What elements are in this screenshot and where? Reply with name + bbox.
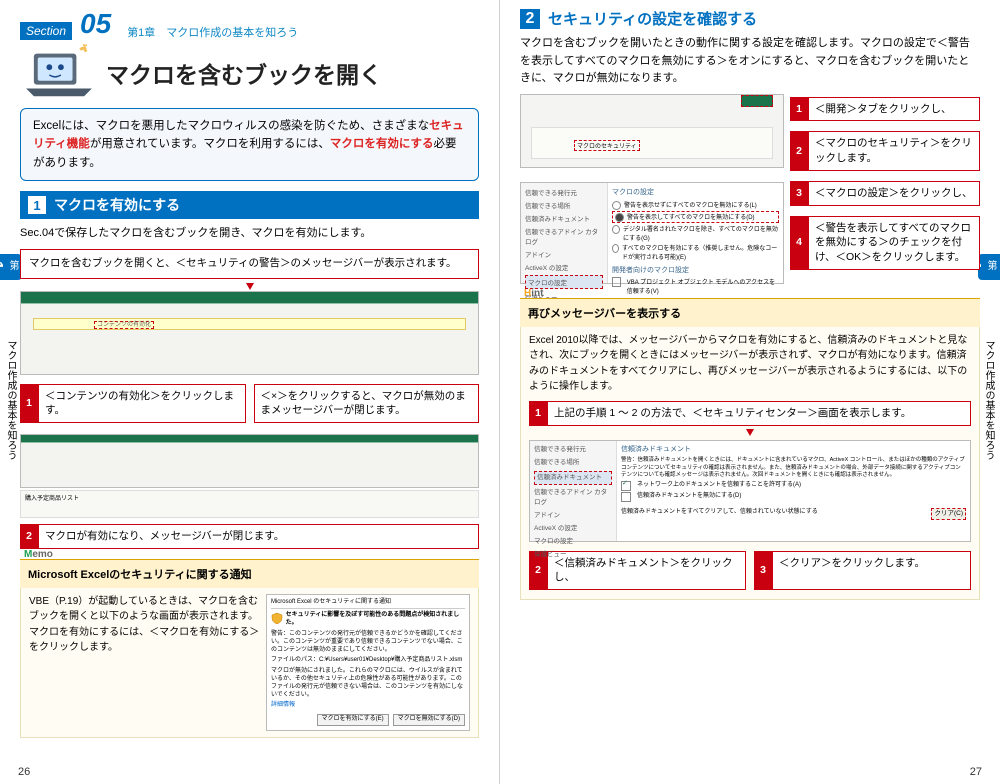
step-1: 1＜コンテンツの有効化＞をクリックします。 (20, 384, 246, 423)
intro-callout: Excelには、マクロを悪用したマクロウィルスの感染を防ぐため、さまざまなセキュ… (20, 108, 479, 181)
clear-button[interactable]: クリア(C) (931, 508, 966, 520)
ribbon-screenshot: マクロのセキュリティ (520, 94, 784, 168)
right-step-3: 3＜マクロの設定＞をクリックし、 (790, 181, 980, 206)
right-step-2: 2＜マクロのセキュリティ＞をクリックします。 (790, 131, 980, 170)
sheet-tab-area: 購入予定商品リスト (20, 490, 479, 518)
step-2: 2マクロが有効になり、メッセージバーが閉じます。 (20, 524, 479, 549)
enable-macro-button[interactable]: マクロを有効にする(E) (317, 714, 389, 726)
step-x-note: ＜×＞をクリックすると、マクロが無効のままメッセージバーが閉じます。 (254, 384, 480, 423)
excel-screenshot-1: コンテンツの有効化 (20, 291, 479, 375)
chapter-subtitle: 第1章 マクロ作成の基本を知ろう (127, 24, 298, 40)
sub-callout: マクロを含むブックを開くと、＜セキュリティの警告＞のメッセージバーが表示されます… (20, 249, 479, 279)
hint-step-1: 1上記の手順 1 〜 2 の方法で、＜セキュリティセンター＞画面を表示します。 (529, 401, 971, 426)
hint-title: 再びメッセージバーを表示する (520, 298, 980, 327)
heading-2: 2セキュリティの設定を確認する (520, 8, 980, 29)
memo-title: Microsoft Excelのセキュリティに関する通知 (20, 559, 479, 588)
body-text: Sec.04で保存したマクロを含むブックを開き、マクロを有効にします。 (20, 225, 479, 243)
memo-box: Memo Microsoft Excelのセキュリティに関する通知 VBE（P.… (20, 559, 479, 738)
laptop-character-icon (20, 44, 98, 102)
body-text-2: マクロを含むブックを開いたときの動作に関する設定を確認します。マクロの設定で＜警… (520, 35, 980, 88)
security-dialog: Microsoft Excel のセキュリティに関する通知 セキュリティに影響を… (266, 594, 470, 731)
memo-text: VBE（P.19）が起動しているときは、マクロを含むブックを開くと以下のような画… (29, 594, 260, 731)
page-right: 2セキュリティの設定を確認する マクロを含むブックを開いたときの動作に関する設定… (500, 0, 1000, 784)
arrow-down-icon (246, 283, 254, 290)
hint-text: Excel 2010以降では、メッセージバーからマクロを有効にすると、信頼済みの… (529, 333, 971, 395)
shield-warning-icon (271, 612, 283, 624)
book-spread: 第1章 マクロ作成の基本を知ろう 第1章 マクロ作成の基本を知ろう Sectio… (0, 0, 1000, 784)
page-title: マクロを含むブックを開く (106, 56, 382, 90)
excel-screenshot-2 (20, 434, 479, 488)
section-number: 05 (80, 8, 111, 40)
right-step-4: 4＜警告を表示してすべてのマクロを無効にする＞のチェックを付け、＜OK＞をクリッ… (790, 216, 980, 270)
section-header: Section 05 第1章 マクロ作成の基本を知ろう (20, 0, 479, 40)
right-step-1: 1＜開発＞タブをクリックし、 (790, 97, 980, 122)
trust-center-screenshot-2: 信頼できる発行元 信頼できる場所 信頼済みドキュメント 信頼できるアドイン カタ… (529, 440, 971, 542)
heading-1: 1マクロを有効にする (20, 191, 479, 219)
arrow-down-icon (746, 429, 754, 436)
page-number-right: 27 (970, 766, 982, 778)
trust-center-screenshot-1: 信頼できる発行元 信頼できる場所 信頼済みドキュメント 信頼できるアドイン カタ… (520, 182, 784, 284)
hint-step-3: 3＜クリア＞をクリックします。 (754, 551, 971, 590)
page-left: Section 05 第1章 マクロ作成の基本を知ろう マクロを含むブックを開く… (0, 0, 500, 784)
disable-macro-button[interactable]: マクロを無効にする(D) (393, 714, 465, 726)
page-number-left: 26 (18, 766, 30, 778)
hint-box: Hint 再びメッセージバーを表示する Excel 2010以降では、メッセージ… (520, 298, 980, 600)
section-tag: Section (20, 22, 72, 40)
